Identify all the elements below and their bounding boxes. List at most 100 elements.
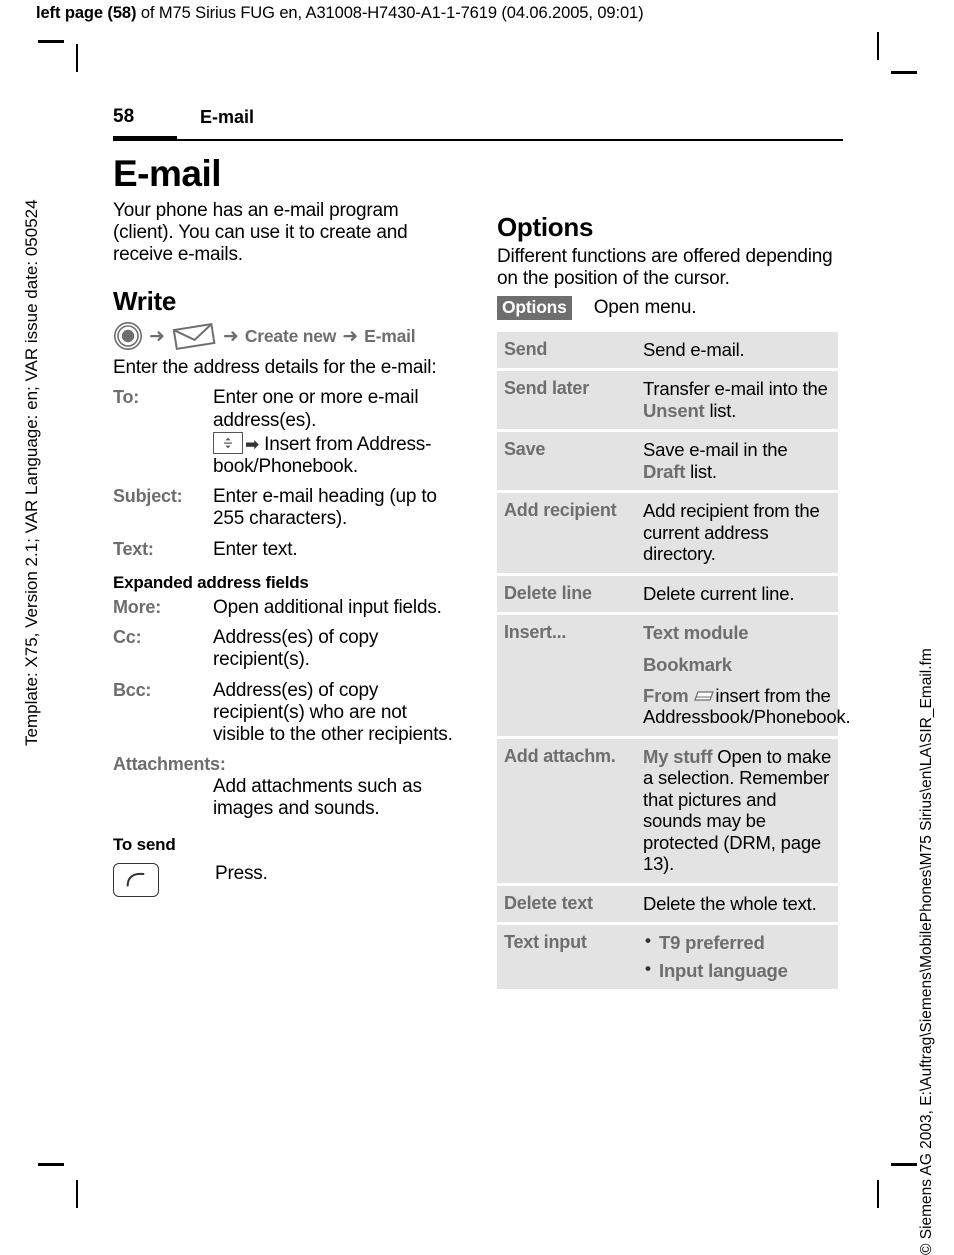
- field-row-more: More: Open additional input fields.: [113, 597, 463, 619]
- page-title: E-mail: [113, 153, 222, 194]
- options-softkey-description: Open menu.: [593, 297, 697, 319]
- field-term-subject: Subject:: [113, 486, 183, 507]
- field-def-subject: Enter e-mail heading (up to 255 characte…: [213, 486, 437, 530]
- options-heading: Options: [497, 212, 594, 242]
- template-sidebar-text: Template: X75, Version 2.1; VAR Language…: [22, 199, 41, 746]
- options-softkey-row: Options Open menu.: [497, 296, 842, 321]
- option-name: Insert...: [504, 622, 567, 643]
- table-row[interactable]: Save Save e-mail in the Draft list.: [497, 432, 838, 491]
- crop-mark-bottom-right-v: [877, 1180, 879, 1208]
- options-table: Send Send e-mail. Send later Transfer e-…: [497, 332, 851, 989]
- field-term-attachments: Attachments:: [113, 754, 226, 775]
- options-softkey-badge[interactable]: Options: [497, 296, 572, 321]
- crop-mark-bottom-left-v: [76, 1180, 78, 1208]
- option-name: Delete text: [504, 892, 593, 913]
- to-send-heading: To send: [113, 834, 176, 854]
- desc-post: list.: [704, 399, 737, 421]
- option-description: Add recipient from the current address d…: [643, 500, 820, 565]
- option-name: Text input: [504, 932, 587, 953]
- option-description: Save e-mail in the Draft list.: [643, 439, 838, 482]
- desc-post: list.: [685, 460, 717, 482]
- field-row-text: Text: Enter text.: [113, 539, 463, 561]
- field-def-to: Enter one or more e-mail address(es). ➡ …: [213, 387, 463, 478]
- field-def-to-line1: Enter one or more e-mail address(es).: [213, 387, 419, 431]
- insert-sub-item: Bookmark: [643, 653, 732, 675]
- running-header: left page (58) of M75 Sirius FUG en, A31…: [36, 4, 644, 23]
- option-description: Transfer e-mail into the Unsent list.: [643, 378, 838, 421]
- table-row[interactable]: Text input T9 preferred Input language: [497, 925, 838, 989]
- table-row[interactable]: Send later Transfer e-mail into the Unse…: [497, 371, 838, 430]
- option-description: Text module Bookmark From insert from th…: [643, 622, 856, 728]
- folio-section-title: E-mail: [200, 107, 255, 127]
- table-row[interactable]: Insert... Text module Bookmark From inse…: [497, 615, 851, 736]
- desc-term: My stuff: [643, 745, 713, 767]
- option-name: Add recipient: [504, 500, 617, 521]
- option-description: T9 preferred Input language: [643, 931, 838, 981]
- nav-step-create-new: Create new: [244, 325, 337, 346]
- insert-sub-item: Text module: [643, 622, 749, 644]
- field-term-text: Text:: [113, 538, 154, 559]
- table-row[interactable]: Add recipient Add recipient from the cur…: [497, 493, 838, 573]
- addressbook-icon: [693, 687, 715, 702]
- page-number: 58: [113, 106, 135, 127]
- address-fields-list: To: Enter one or more e-mail address(es)…: [113, 387, 463, 561]
- call-key-icon: [113, 862, 159, 897]
- desc-pre: Save e-mail in the: [643, 439, 788, 461]
- option-description: My stuff Open to make a selection. Remem…: [643, 746, 838, 875]
- write-lead-text: Enter the address details for the e-mail…: [113, 357, 437, 379]
- navigation-key-icon: [213, 431, 243, 454]
- option-description: Delete the whole text.: [643, 892, 817, 914]
- list-item[interactable]: Input language: [643, 959, 832, 981]
- copyright-sidebar-text: © Siemens AG 2003, E:\Auftrag\Siemens\Mo…: [918, 648, 935, 1255]
- table-row[interactable]: Delete line Delete current line.: [497, 575, 838, 613]
- text-input-options-list: T9 preferred Input language: [643, 931, 832, 981]
- table-row[interactable]: Send Send e-mail.: [497, 332, 838, 369]
- arrow-icon-3: ➜: [342, 325, 359, 347]
- running-header-rest: of M75 Sirius FUG en, A31008-H7430-A1-1-…: [136, 4, 644, 22]
- field-row-subject: Subject: Enter e-mail heading (up to 255…: [113, 486, 463, 530]
- insert-from-line: From insert from the Addressbook/Phonebo…: [643, 685, 851, 728]
- table-row[interactable]: Delete text Delete the whole text.: [497, 885, 838, 923]
- right-column: Options Different functions are offered …: [497, 205, 851, 992]
- arrow-icon-inline: ➡: [245, 434, 260, 454]
- field-def-more: Open additional input fields.: [213, 596, 442, 618]
- field-def-bcc: Address(es) of copy recipient(s) who are…: [213, 679, 453, 745]
- option-description: Send e-mail.: [643, 339, 745, 361]
- list-item[interactable]: T9 preferred: [643, 931, 832, 953]
- field-def-attachments: Add attachments such as images and sound…: [213, 776, 422, 820]
- option-name: Delete line: [504, 582, 592, 603]
- expanded-fields-list: More: Open additional input fields. Cc: …: [113, 597, 463, 821]
- intro-paragraph: Your phone has an e-mail program (client…: [113, 199, 408, 266]
- field-row-bcc: Bcc: Address(es) of copy recipient(s) wh…: [113, 680, 463, 747]
- crop-mark-top-left: [38, 40, 64, 43]
- field-term-to: To:: [113, 387, 140, 408]
- crop-mark-top-left-v: [76, 44, 78, 72]
- option-name: Send later: [504, 378, 590, 399]
- joystick-icon: [113, 321, 143, 351]
- option-name: Add attachm.: [504, 745, 616, 766]
- expanded-address-fields-heading: Expanded address fields: [113, 572, 309, 592]
- nav-step-email: E-mail: [364, 325, 416, 346]
- field-row-to: To: Enter one or more e-mail address(es)…: [113, 387, 463, 478]
- option-name: Save: [504, 439, 546, 460]
- header-rule: [113, 139, 843, 141]
- left-column: E-mail Your phone has an e-mail program …: [113, 153, 463, 897]
- table-row[interactable]: Add attachm. My stuff Open to make a sel…: [497, 738, 838, 883]
- options-intro: Different functions are offered dependin…: [497, 245, 833, 289]
- write-heading: Write: [113, 285, 177, 316]
- desc-term: Draft: [643, 460, 686, 482]
- desc-pre: Transfer e-mail into the: [643, 378, 828, 400]
- crop-mark-top-right-v: [877, 32, 879, 60]
- insert-from-label: From: [643, 685, 689, 707]
- field-term-more: More:: [113, 596, 161, 617]
- desc-term: Unsent: [643, 399, 705, 421]
- field-def-cc: Address(es) of copy recipient(s).: [213, 627, 379, 671]
- envelope-icon: [171, 322, 217, 351]
- to-send-text: Press.: [215, 862, 268, 884]
- field-term-bcc: Bcc:: [113, 679, 152, 700]
- to-send-row: Press.: [113, 862, 463, 897]
- field-row-cc: Cc: Address(es) of copy recipient(s).: [113, 627, 463, 671]
- field-def-text: Enter text.: [213, 538, 298, 560]
- page-canvas: left page (58) of M75 Sirius FUG en, A31…: [0, 0, 954, 1255]
- header-rule-accent: [113, 136, 177, 141]
